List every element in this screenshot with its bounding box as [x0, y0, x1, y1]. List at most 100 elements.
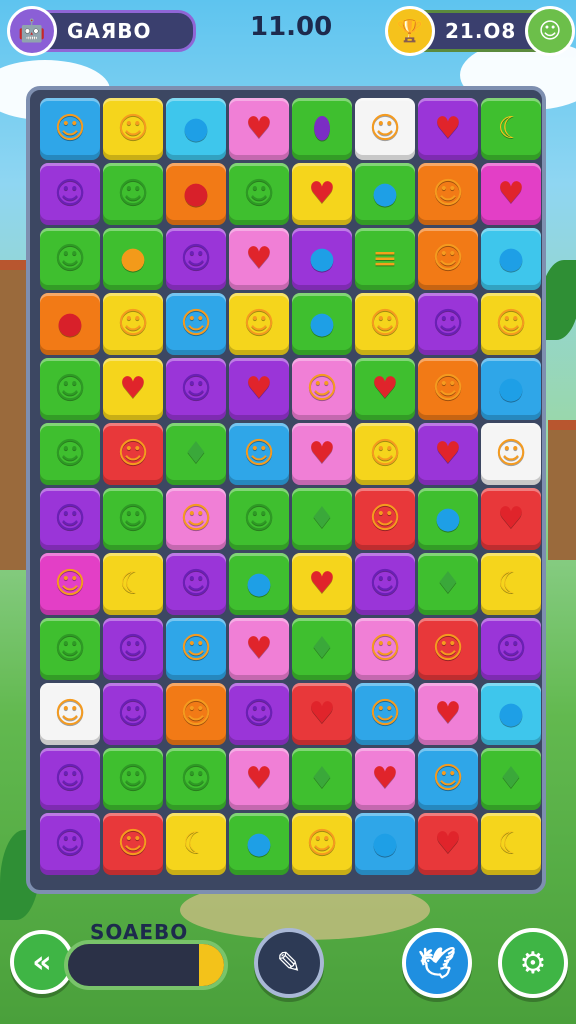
- tile-purple-drop[interactable]: ●: [292, 228, 352, 290]
- tile-yellow-banana[interactable]: ☾: [481, 553, 541, 615]
- tile-pink-heart[interactable]: ♥: [229, 228, 289, 290]
- tile-yellow-banana[interactable]: ☾: [481, 813, 541, 875]
- tile-green-face[interactable]: ☺: [229, 488, 289, 550]
- tile-yellow-face[interactable]: ☺: [355, 423, 415, 485]
- tile-orange-face[interactable]: ☺: [418, 228, 478, 290]
- tile-orange-face[interactable]: ☺: [166, 683, 226, 745]
- tile-blue-drop[interactable]: ●: [355, 813, 415, 875]
- tile-green-drop[interactable]: ●: [418, 488, 478, 550]
- tile-white-face[interactable]: ☺: [40, 683, 100, 745]
- tile-red-heart[interactable]: ♥: [418, 813, 478, 875]
- tile-pink-face[interactable]: ☺: [355, 618, 415, 680]
- tile-yellow-face[interactable]: ☺: [355, 293, 415, 355]
- tile-blue-face[interactable]: ☺: [166, 293, 226, 355]
- tile-blue-face[interactable]: ☺: [355, 683, 415, 745]
- tile-yellow-banana[interactable]: ☾: [103, 553, 163, 615]
- tile-yellow-face[interactable]: ☺: [229, 293, 289, 355]
- tile-purple-face[interactable]: ☺: [166, 358, 226, 420]
- tile-yellow-face[interactable]: ☺: [103, 293, 163, 355]
- tile-green-face[interactable]: ☺: [40, 618, 100, 680]
- tile-cyan-drop[interactable]: ●: [166, 98, 226, 160]
- tile-red-heart[interactable]: ♥: [481, 488, 541, 550]
- tile-purple-face[interactable]: ☺: [229, 683, 289, 745]
- tile-blue-face[interactable]: ☺: [229, 423, 289, 485]
- tile-red-face[interactable]: ☺: [355, 488, 415, 550]
- tile-purple-face[interactable]: ☺: [40, 748, 100, 810]
- player-badge[interactable]: 🤖 GAЯBO: [7, 6, 196, 56]
- tile-magenta-heart[interactable]: ♥: [481, 163, 541, 225]
- tile-pink-heart[interactable]: ♥: [229, 748, 289, 810]
- tile-purple-face[interactable]: ☺: [481, 618, 541, 680]
- tile-yellow-heart[interactable]: ♥: [292, 163, 352, 225]
- tile-green-face[interactable]: ☺: [40, 358, 100, 420]
- tile-red-face[interactable]: ☺: [418, 618, 478, 680]
- tile-yellow-heart[interactable]: ♥: [292, 553, 352, 615]
- tile-orange-apple[interactable]: ●: [166, 163, 226, 225]
- tile-green-drop[interactable]: ●: [292, 293, 352, 355]
- tile-green-heart[interactable]: ♥: [355, 358, 415, 420]
- tile-green-leaf[interactable]: ♦: [481, 748, 541, 810]
- tile-purple-face[interactable]: ☺: [40, 163, 100, 225]
- tile-magenta-face[interactable]: ☺: [40, 553, 100, 615]
- tile-blue-face[interactable]: ☺: [418, 748, 478, 810]
- tile-purple-heart[interactable]: ♥: [229, 358, 289, 420]
- tile-green-face[interactable]: ☺: [229, 163, 289, 225]
- tile-purple-face[interactable]: ☺: [40, 488, 100, 550]
- tile-purple-face[interactable]: ☺: [166, 228, 226, 290]
- tile-red-heart[interactable]: ♥: [292, 683, 352, 745]
- tile-green-face[interactable]: ☺: [103, 488, 163, 550]
- friend-avatar[interactable]: ☺: [525, 6, 575, 56]
- tile-white-face[interactable]: ☺: [355, 98, 415, 160]
- tile-yellow-heart[interactable]: ♥: [103, 358, 163, 420]
- tile-pink-face[interactable]: ☺: [166, 488, 226, 550]
- tile-purple-face[interactable]: ☺: [418, 293, 478, 355]
- tile-orange-apple[interactable]: ●: [40, 293, 100, 355]
- tile-yellow-face[interactable]: ☺: [481, 293, 541, 355]
- tile-purple-face[interactable]: ☺: [166, 553, 226, 615]
- tile-orange-face[interactable]: ☺: [418, 163, 478, 225]
- tile-yellow-face[interactable]: ☺: [103, 98, 163, 160]
- tile-green-leaf[interactable]: ♦: [166, 423, 226, 485]
- tile-green-leaf[interactable]: ♦: [418, 553, 478, 615]
- tile-purple-heart[interactable]: ♥: [418, 98, 478, 160]
- coin-counter[interactable]: 🏆 21.O8 ☺: [385, 6, 575, 56]
- tile-pink-heart[interactable]: ♥: [418, 683, 478, 745]
- tile-green-drop[interactable]: ●: [229, 813, 289, 875]
- tile-green-leaf[interactable]: ♦: [292, 748, 352, 810]
- tile-blue-face[interactable]: ☺: [166, 618, 226, 680]
- tile-green-burger[interactable]: ≡: [355, 228, 415, 290]
- tile-red-face[interactable]: ☺: [103, 813, 163, 875]
- tile-green-face[interactable]: ☺: [40, 423, 100, 485]
- tile-green-face[interactable]: ☺: [166, 748, 226, 810]
- tile-green-drop[interactable]: ●: [229, 553, 289, 615]
- tile-green-leaf[interactable]: ♦: [292, 488, 352, 550]
- tile-green-banana[interactable]: ☾: [481, 98, 541, 160]
- tile-purple-heart[interactable]: ♥: [418, 423, 478, 485]
- tile-pink-heart[interactable]: ♥: [229, 98, 289, 160]
- tile-blue-drop[interactable]: ●: [481, 358, 541, 420]
- tile-purple-face[interactable]: ☺: [355, 553, 415, 615]
- tile-purple-face[interactable]: ☺: [40, 813, 100, 875]
- tile-green-face[interactable]: ☺: [40, 228, 100, 290]
- tile-white-face[interactable]: ☺: [481, 423, 541, 485]
- settings-button[interactable]: ⚙: [498, 928, 568, 998]
- tile-purple-face[interactable]: ☺: [103, 683, 163, 745]
- tile-green-face[interactable]: ☺: [103, 163, 163, 225]
- tile-red-face[interactable]: ☺: [103, 423, 163, 485]
- tile-pink-face[interactable]: ☺: [292, 358, 352, 420]
- tile-cyan-drop[interactable]: ●: [481, 683, 541, 745]
- tile-orange-face[interactable]: ☺: [418, 358, 478, 420]
- share-button[interactable]: 🕊: [402, 928, 472, 998]
- tile-green-face[interactable]: ☺: [103, 748, 163, 810]
- tile-purple-face[interactable]: ☺: [103, 618, 163, 680]
- tile-yellow-face[interactable]: ☺: [292, 813, 352, 875]
- tile-green-eggplant[interactable]: ⬮: [292, 98, 352, 160]
- tile-blue-face[interactable]: ☺: [40, 98, 100, 160]
- tile-cyan-drop[interactable]: ●: [481, 228, 541, 290]
- tile-yellow-banana[interactable]: ☾: [166, 813, 226, 875]
- tile-pink-heart[interactable]: ♥: [229, 618, 289, 680]
- hint-button[interactable]: ✎: [254, 928, 324, 998]
- tile-green-leaf[interactable]: ♦: [292, 618, 352, 680]
- tile-pink-heart[interactable]: ♥: [355, 748, 415, 810]
- tile-pink-heart[interactable]: ♥: [292, 423, 352, 485]
